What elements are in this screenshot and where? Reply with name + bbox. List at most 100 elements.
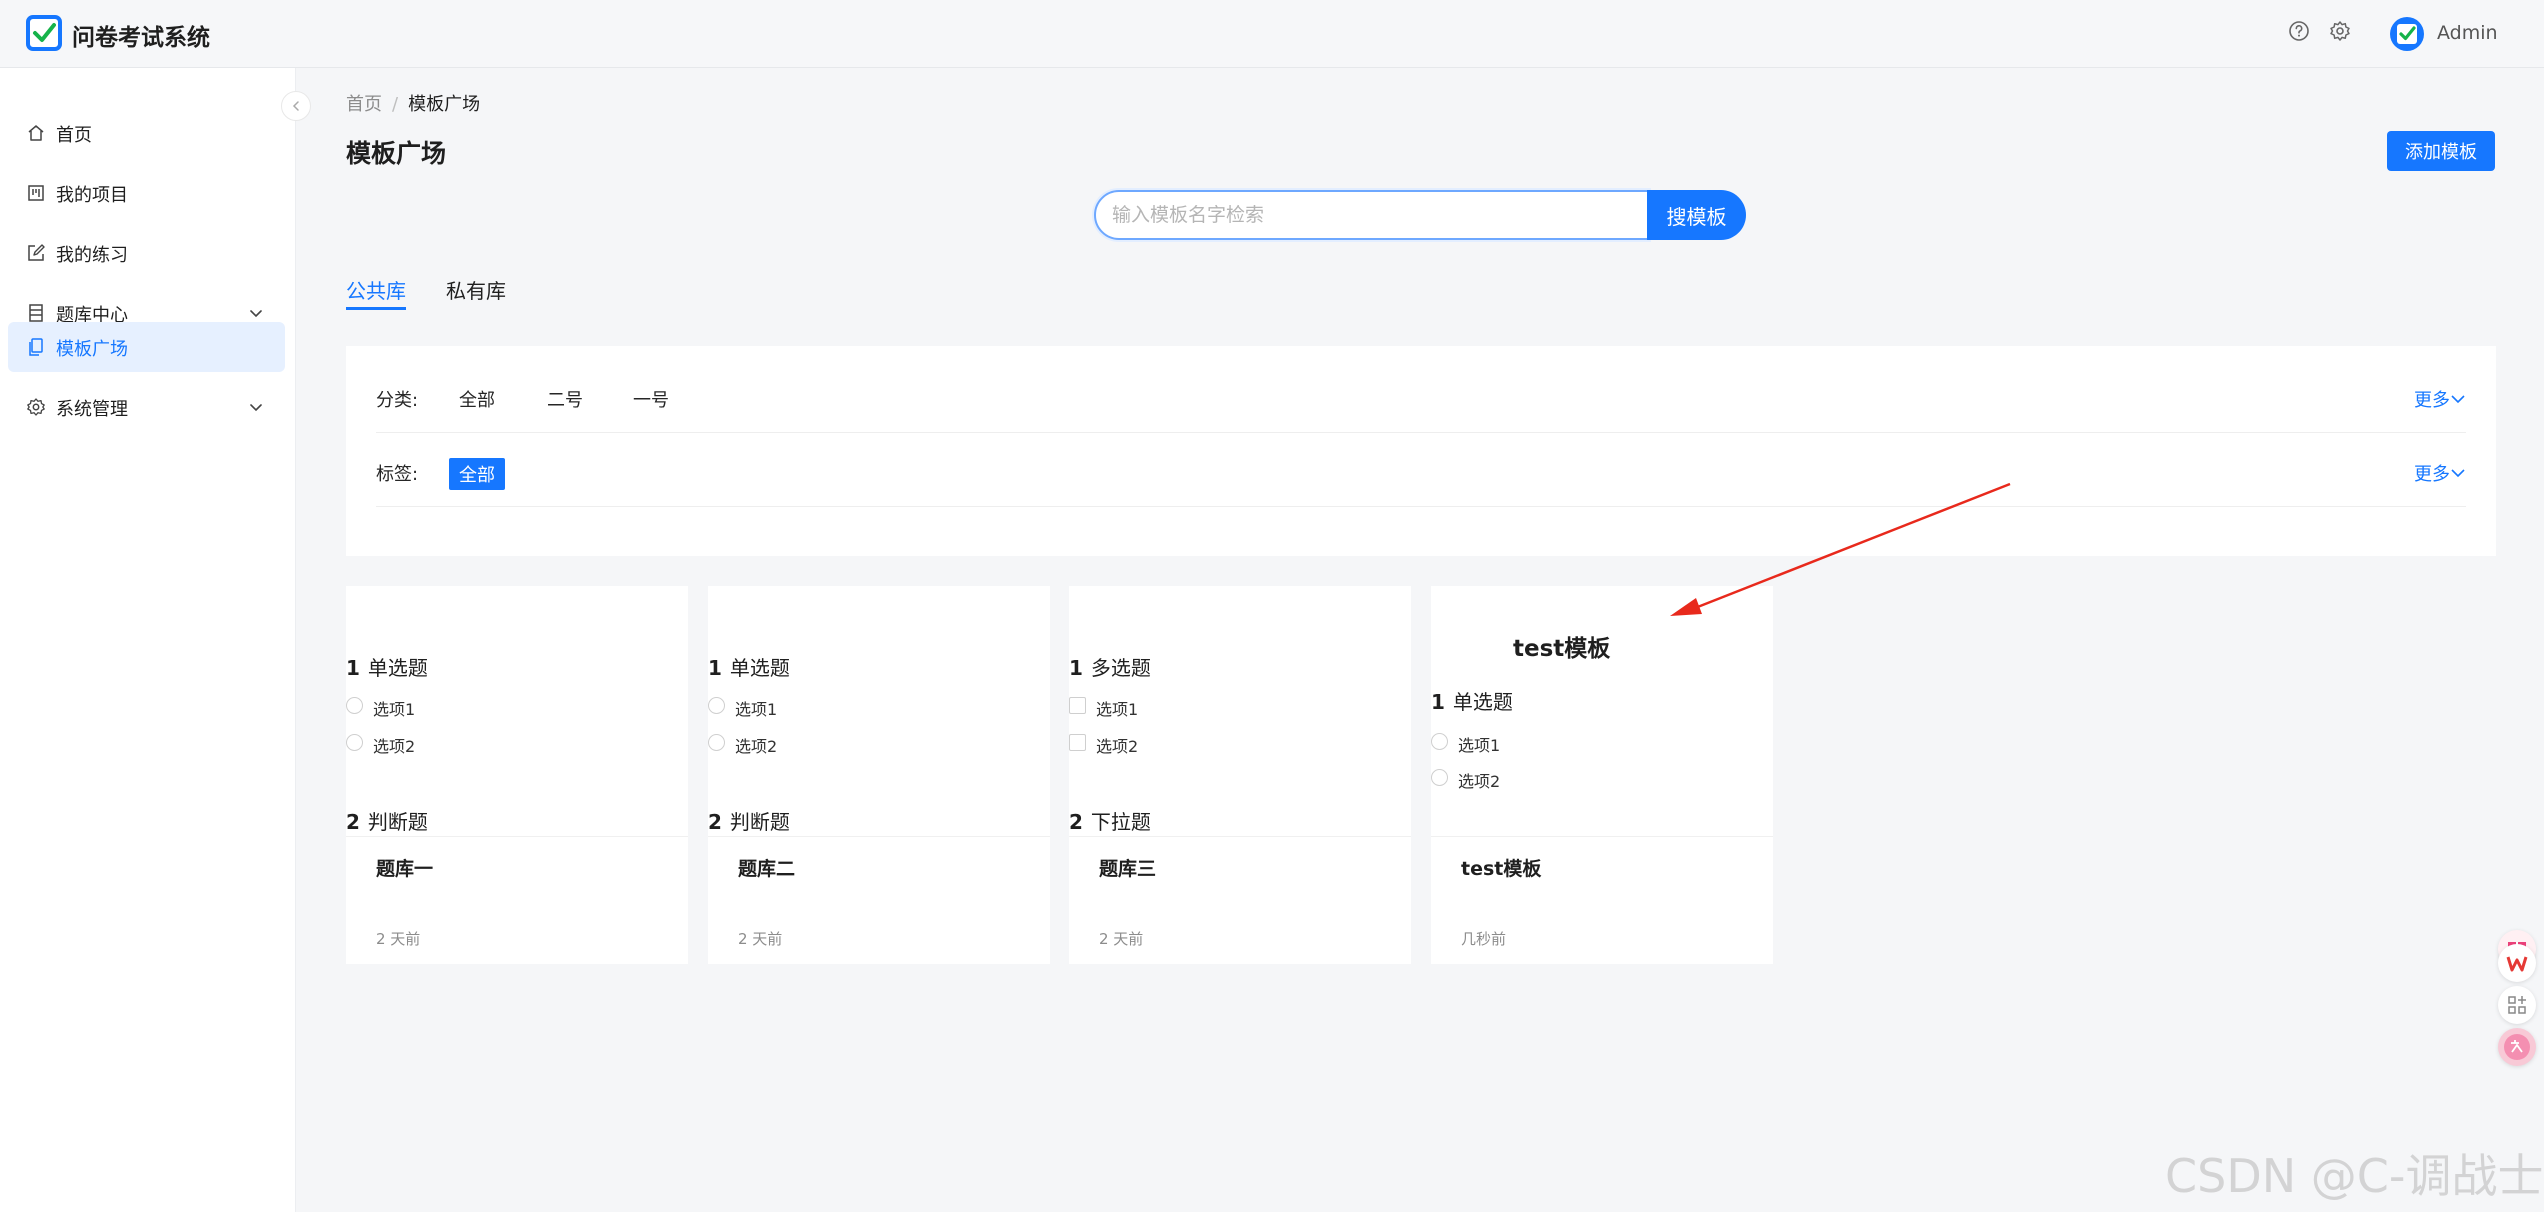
filter-divider bbox=[376, 506, 2466, 507]
category-option[interactable]: 一号 bbox=[633, 386, 669, 412]
search-button[interactable]: 搜模板 bbox=[1647, 190, 1746, 240]
category-filter-label: 分类: bbox=[376, 390, 419, 411]
chevron-down-icon bbox=[2451, 469, 2465, 478]
card-name: test模板 bbox=[1461, 858, 1542, 880]
breadcrumb-home[interactable]: 首页 bbox=[346, 94, 382, 115]
radio-icon bbox=[1431, 769, 1448, 786]
search-bar: 搜模板 bbox=[1094, 190, 1746, 240]
template-card[interactable]: 1 多选题 选项1 选项2 2 下拉题 题库三 2 天前 bbox=[1069, 586, 1411, 964]
sidebar-item-label: 我的练习 bbox=[56, 245, 128, 266]
settings-icon bbox=[27, 398, 45, 416]
filter-divider bbox=[376, 432, 2466, 433]
floating-toolbar bbox=[2494, 910, 2544, 1070]
sidebar-item-home[interactable]: 首页 bbox=[8, 108, 285, 158]
avatar[interactable] bbox=[2390, 17, 2424, 51]
question-title: 1 单选题 bbox=[708, 656, 790, 680]
breadcrumb-separator: / bbox=[392, 94, 399, 115]
add-template-button[interactable]: 添加模板 bbox=[2387, 131, 2495, 171]
chevron-left-icon bbox=[292, 101, 299, 111]
option-item: 选项2 bbox=[1069, 733, 1138, 757]
more-label: 更多 bbox=[2414, 464, 2450, 485]
app-title: 问卷考试系统 bbox=[72, 25, 210, 51]
category-option[interactable]: 全部 bbox=[459, 386, 495, 412]
question-title: 2 判断题 bbox=[346, 810, 428, 834]
card-divider bbox=[1431, 836, 1773, 837]
wps-icon[interactable] bbox=[2498, 944, 2536, 982]
radio-icon bbox=[346, 697, 363, 714]
sidebar: 首页 我的项目 我的练习 题库中心 模板广场 系统管理 bbox=[0, 68, 296, 1212]
card-divider bbox=[1069, 836, 1411, 837]
copy-icon bbox=[29, 338, 43, 356]
question-title: 1 单选题 bbox=[1431, 690, 1513, 714]
page-title: 模板广场 bbox=[346, 139, 447, 168]
card-time: 2 天前 bbox=[738, 930, 783, 948]
sidebar-collapse-button[interactable] bbox=[281, 91, 311, 121]
tag-filter-label: 标签: bbox=[376, 464, 419, 485]
active-tab-indicator bbox=[346, 307, 406, 310]
sidebar-item-label: 模板广场 bbox=[56, 339, 128, 360]
tab-public-library[interactable]: 公共库 bbox=[346, 275, 406, 304]
edit-icon bbox=[28, 244, 45, 261]
option-item: 选项2 bbox=[708, 733, 777, 757]
database-icon bbox=[29, 304, 43, 322]
card-preview: 1 单选题 选项1 选项2 2 判断题 bbox=[346, 586, 688, 836]
chevron-down-icon bbox=[2451, 395, 2465, 404]
breadcrumb-current: 模板广场 bbox=[408, 94, 481, 115]
option-item: 选项2 bbox=[346, 733, 415, 757]
project-icon bbox=[28, 185, 44, 201]
app-logo-icon bbox=[26, 15, 62, 51]
option-item: 选项1 bbox=[346, 696, 415, 720]
apps-grid-icon[interactable] bbox=[2498, 986, 2536, 1024]
question-title: 2 下拉题 bbox=[1069, 810, 1151, 834]
option-item: 选项2 bbox=[1431, 768, 1500, 792]
search-input[interactable] bbox=[1094, 190, 1649, 240]
chevron-down-icon bbox=[250, 404, 262, 412]
option-item: 选项1 bbox=[1431, 732, 1500, 756]
checkbox-icon bbox=[1069, 697, 1086, 714]
watermark-text: CSDN @C-调战士 bbox=[2165, 1149, 2544, 1203]
question-title: 2 判断题 bbox=[708, 810, 790, 834]
sidebar-item-label: 系统管理 bbox=[56, 399, 128, 420]
card-time: 2 天前 bbox=[1099, 930, 1144, 948]
question-title: 1 多选题 bbox=[1069, 656, 1151, 680]
template-card[interactable]: 1 单选题 选项1 选项2 2 判断题 题库二 2 天前 bbox=[708, 586, 1050, 964]
card-preview: 1 单选题 选项1 选项2 2 判断题 bbox=[708, 586, 1050, 836]
card-name: 题库一 bbox=[376, 858, 434, 880]
tag-option-selected[interactable]: 全部 bbox=[449, 458, 505, 490]
tag-more-link[interactable]: 更多 bbox=[2414, 460, 2466, 486]
category-more-link[interactable]: 更多 bbox=[2414, 386, 2466, 412]
option-item: 选项1 bbox=[708, 696, 777, 720]
card-divider bbox=[708, 836, 1050, 837]
template-card[interactable]: test模板 1 单选题 选项1 选项2 test模板 几秒前 bbox=[1431, 586, 1773, 964]
chevron-down-icon bbox=[250, 310, 262, 318]
card-preview: test模板 1 单选题 选项1 选项2 bbox=[1431, 586, 1773, 836]
radio-icon bbox=[708, 697, 725, 714]
sidebar-item-label: 我的项目 bbox=[56, 185, 128, 206]
template-card[interactable]: 1 单选题 选项1 选项2 2 判断题 题库一 2 天前 bbox=[346, 586, 688, 964]
translate-icon[interactable] bbox=[2498, 1028, 2536, 1066]
help-icon[interactable] bbox=[2288, 20, 2310, 42]
sidebar-item-label: 首页 bbox=[56, 125, 92, 146]
tab-private-library[interactable]: 私有库 bbox=[446, 275, 506, 304]
radio-icon bbox=[346, 734, 363, 751]
checkbox-icon bbox=[1069, 734, 1086, 751]
more-label: 更多 bbox=[2414, 390, 2450, 411]
sidebar-item-my-practice[interactable]: 我的练习 bbox=[8, 228, 285, 278]
filter-panel: 分类: 全部 二号 一号 更多 标签: 全部 更多 bbox=[346, 346, 2496, 556]
user-name[interactable]: Admin bbox=[2437, 22, 2498, 44]
template-preview-title: test模板 bbox=[1513, 636, 1611, 662]
radio-icon bbox=[708, 734, 725, 751]
card-name: 题库三 bbox=[1099, 858, 1157, 880]
question-title: 1 单选题 bbox=[346, 656, 428, 680]
settings-gear-icon[interactable] bbox=[2329, 20, 2351, 42]
card-divider bbox=[346, 836, 688, 837]
breadcrumb: 首页 / 模板广场 bbox=[346, 90, 480, 116]
category-option[interactable]: 二号 bbox=[547, 386, 583, 412]
option-item: 选项1 bbox=[1069, 696, 1138, 720]
sidebar-item-template-square[interactable]: 模板广场 bbox=[8, 322, 285, 372]
sidebar-item-system-management[interactable]: 系统管理 bbox=[8, 382, 285, 432]
card-time: 几秒前 bbox=[1461, 930, 1507, 948]
top-header: 问卷考试系统 Admin bbox=[0, 0, 2544, 68]
sidebar-item-my-projects[interactable]: 我的项目 bbox=[8, 168, 285, 218]
card-time: 2 天前 bbox=[376, 930, 421, 948]
